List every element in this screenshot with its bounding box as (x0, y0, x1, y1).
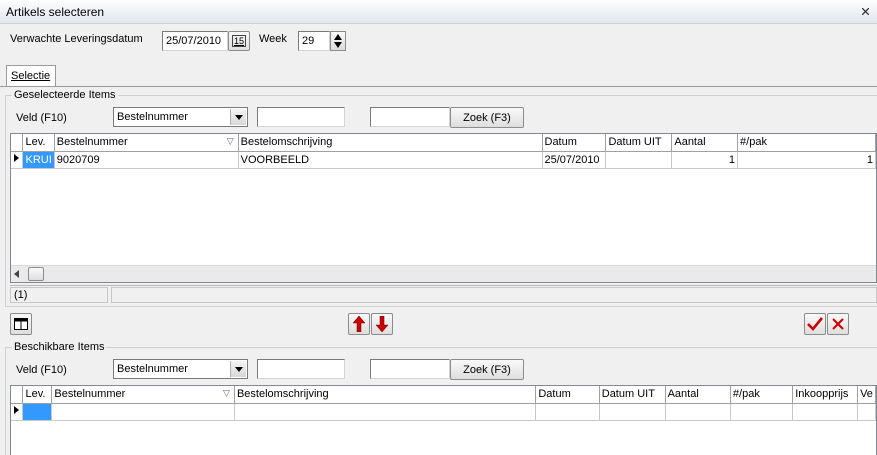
selected-header-row: Lev. Bestelnummer ▽ Bestelomschrijving Da… (11, 134, 876, 152)
week-spinner[interactable] (330, 31, 346, 51)
row-indicator (11, 151, 24, 169)
selected-items-title: Geselecteerde Items (12, 89, 118, 101)
selected-search-input[interactable] (257, 107, 345, 127)
available-items-grid[interactable]: Lev. Bestelnummer ▽ Bestelomschrijving Da… (10, 385, 877, 455)
col-header-datum[interactable]: Datum (535, 386, 600, 404)
spin-arrows-icon (334, 34, 342, 48)
move-up-button[interactable] (348, 313, 370, 335)
col-header-lev[interactable]: Lev. (22, 386, 53, 404)
horizontal-scrollbar[interactable] (11, 265, 876, 282)
columns-button[interactable] (10, 313, 32, 335)
available-items-table: Lev. Bestelnummer ▽ Bestelomschrijving Da… (11, 386, 876, 421)
available-field-value: Bestelnummer (117, 363, 188, 375)
col-header-lev[interactable]: Lev. (22, 134, 55, 152)
tab-selectie[interactable]: Selectie (6, 65, 56, 87)
close-icon (832, 318, 844, 330)
selected-field-label: Veld (F10) (16, 112, 67, 124)
col-header-pak[interactable]: #/pak (737, 134, 876, 152)
selected-search-input-2[interactable] (370, 107, 450, 127)
available-search-input[interactable] (257, 359, 345, 379)
close-icon[interactable] (862, 8, 869, 15)
available-search-button[interactable]: Zoek (F3) (450, 359, 524, 380)
selected-field-value: Bestelnummer (117, 111, 188, 123)
cell-pak[interactable]: 1 (737, 151, 876, 169)
available-field-label: Veld (F10) (16, 364, 67, 376)
arrow-down-icon (376, 316, 388, 332)
cell-datum[interactable]: 25/07/2010 (542, 151, 607, 169)
checkmark-icon (807, 317, 823, 331)
cell-datum[interactable] (535, 403, 600, 421)
table-row[interactable]: KRUI 9020709 VOORBEELD 25/07/2010 1 1 (11, 151, 876, 169)
col-header-bestelnummer[interactable]: Bestelnummer ▽ (54, 134, 239, 152)
scroll-left-icon[interactable] (14, 270, 20, 278)
row-indicator-header (11, 386, 24, 404)
chevron-down-icon[interactable] (230, 361, 246, 377)
cell-omschrijving[interactable] (234, 403, 537, 421)
col-header-aantal[interactable]: Aantal (665, 386, 731, 404)
columns-icon (14, 318, 28, 330)
available-field-select[interactable]: Bestelnummer (113, 359, 248, 379)
col-header-inkoopprijs[interactable]: Inkoopprijs (792, 386, 859, 404)
col-header-datum-uit[interactable]: Datum UIT (605, 134, 673, 152)
available-search-input-2[interactable] (370, 359, 450, 379)
row-pointer-icon (14, 406, 19, 414)
selected-items-grid[interactable]: Lev. Bestelnummer ▽ Bestelomschrijving Da… (10, 133, 877, 283)
window-title-bar: Artikels selecteren (0, 0, 877, 24)
cell-bestelnummer[interactable] (51, 403, 235, 421)
col-header-aantal[interactable]: Aantal (671, 134, 739, 152)
selected-items-table: Lev. Bestelnummer ▽ Bestelomschrijving Da… (11, 134, 876, 169)
cell-omschrijving[interactable]: VOORBEELD (238, 151, 543, 169)
col-header-bestelomschrijving[interactable]: Bestelomschrijving (234, 386, 537, 404)
cell-bestelnummer[interactable]: 9020709 (54, 151, 239, 169)
col-header-ve[interactable]: Ve (857, 386, 876, 404)
cell-aantal[interactable]: 1 (671, 151, 739, 169)
cell-datum-uit[interactable] (599, 403, 666, 421)
cancel-button[interactable] (827, 313, 849, 335)
col-header-datum[interactable]: Datum (542, 134, 607, 152)
selected-field-select[interactable]: Bestelnummer (113, 107, 248, 127)
col-header-bestelnummer[interactable]: Bestelnummer ▽ (51, 386, 235, 404)
available-items-title: Beschikbare Items (12, 341, 107, 353)
sort-icon: ▽ (226, 136, 234, 146)
tab-divider (0, 86, 877, 87)
window-title: Artikels selecteren (6, 5, 105, 19)
selected-status-bar: (1) (10, 285, 877, 305)
status-panel (111, 287, 877, 303)
selected-search-button[interactable]: Zoek (F3) (450, 107, 524, 128)
delivery-date-field[interactable]: 25/07/2010 (162, 31, 228, 51)
row-indicator-header (11, 134, 24, 152)
cell-datum-uit[interactable] (605, 151, 673, 169)
week-label: Week (259, 33, 287, 45)
row-indicator (11, 403, 24, 421)
scrollbar-thumb[interactable] (28, 267, 44, 281)
cell-lev[interactable]: KRUI (22, 151, 55, 169)
available-header-row: Lev. Bestelnummer ▽ Bestelomschrijving Da… (11, 386, 876, 404)
move-down-button[interactable] (371, 313, 393, 335)
calendar-icon: 15 (231, 35, 246, 47)
delivery-date-label: Verwachte Leveringsdatum (10, 33, 143, 45)
cell-pak[interactable] (730, 403, 794, 421)
calendar-button[interactable]: 15 (228, 31, 250, 51)
col-header-bestelomschrijving[interactable]: Bestelomschrijving (238, 134, 543, 152)
selected-count: (1) (10, 287, 108, 303)
cell-lev[interactable] (22, 403, 53, 421)
sort-icon: ▽ (223, 388, 230, 398)
col-header-datum-uit[interactable]: Datum UIT (599, 386, 666, 404)
chevron-down-icon[interactable] (230, 109, 246, 125)
cell-inkoopprijs[interactable] (792, 403, 859, 421)
cell-ve[interactable] (857, 403, 876, 421)
arrow-up-icon (353, 316, 365, 332)
week-field[interactable]: 29 (298, 31, 330, 51)
cell-aantal[interactable] (665, 403, 731, 421)
table-row[interactable] (11, 403, 876, 421)
confirm-button[interactable] (804, 313, 826, 335)
row-pointer-icon (14, 154, 19, 162)
col-header-pak[interactable]: #/pak (730, 386, 794, 404)
